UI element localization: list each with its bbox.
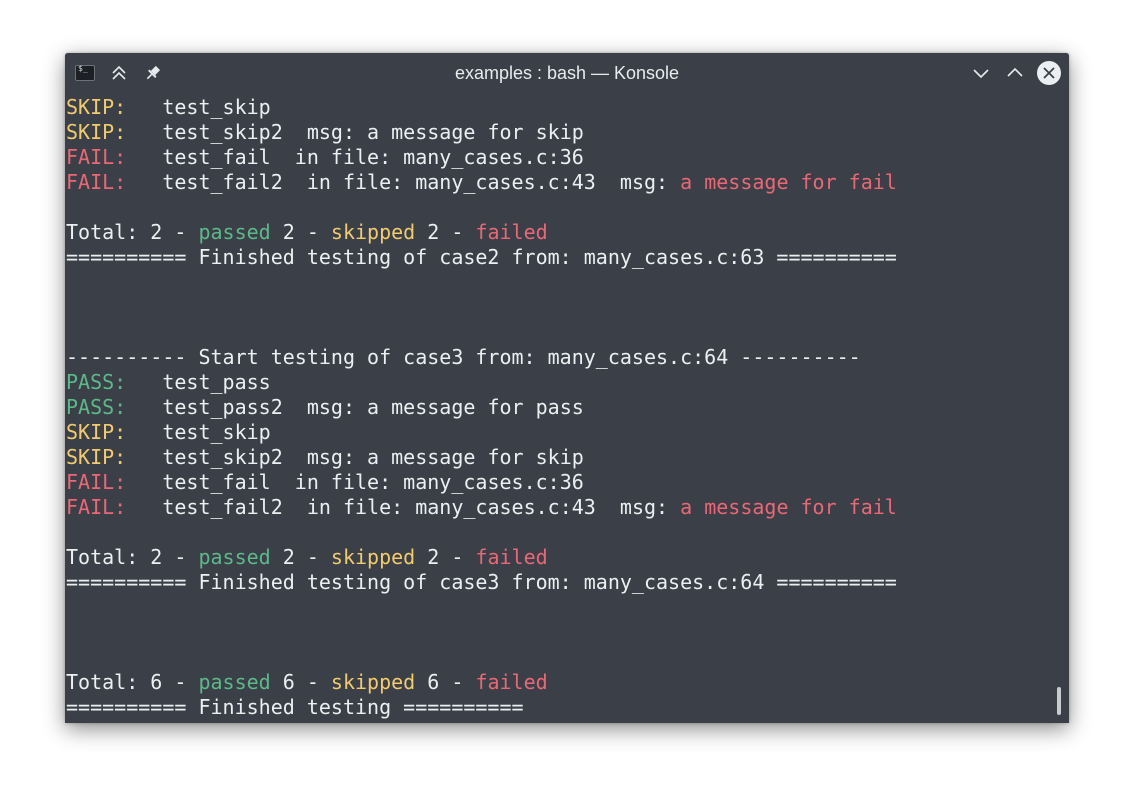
maximize-icon[interactable] <box>1003 61 1027 85</box>
terminal-text: ========== Finished testing ========== <box>66 695 524 719</box>
terminal-line: PASS: test_pass2 msg: a message for pass <box>66 395 584 420</box>
terminal-text: test_skip2 msg: a message for skip <box>126 445 584 469</box>
terminal-text: Total: 2 - <box>66 220 199 244</box>
skip-text: SKIP: <box>66 420 127 444</box>
terminal-text: test_fail2 in file: many_cases.c:43 msg: <box>126 495 681 519</box>
terminal-line: Total: 2 - passed 2 - skipped 2 - failed <box>66 220 548 245</box>
terminal-text: 6 - <box>415 670 476 694</box>
terminal-line: Total: 6 - passed 6 - skipped 6 - failed <box>66 670 548 695</box>
konsole-window: $_ examples : bash — Konsole SKIP: test_… <box>65 53 1069 723</box>
terminal-text: ========== Finished testing of case2 fro… <box>66 245 897 269</box>
terminal-text: test_skip2 msg: a message for skip <box>126 120 584 144</box>
terminal-text: test_pass2 msg: a message for pass <box>126 395 584 419</box>
terminal-text: 6 - <box>270 670 331 694</box>
terminal-line: FAIL: test_fail2 in file: many_cases.c:4… <box>66 495 897 520</box>
terminal-text: Total: 2 - <box>66 545 199 569</box>
terminal-text: 2 - <box>270 545 331 569</box>
terminal-line: ========== Finished testing ========== <box>66 695 524 720</box>
terminal-line: FAIL: test_fail in file: many_cases.c:36 <box>66 470 584 495</box>
fail-text: FAIL: <box>66 145 127 169</box>
terminal-text: 2 - <box>415 545 476 569</box>
terminal-line: ---------- Start testing of case3 from: … <box>66 345 861 370</box>
pass-text: passed <box>198 545 271 569</box>
terminal-text: test_pass <box>126 370 271 394</box>
fail-text: failed <box>475 670 548 694</box>
fail-text: FAIL: <box>66 470 127 494</box>
title-bar[interactable]: $_ examples : bash — Konsole <box>65 53 1069 93</box>
fail-text: failed <box>475 545 548 569</box>
terminal-text: ========== Finished testing of case3 fro… <box>66 570 897 594</box>
skip-text: skipped <box>330 670 416 694</box>
fail-text: a message for fail <box>680 495 897 519</box>
terminal-line: SKIP: test_skip2 msg: a message for skip <box>66 445 584 470</box>
terminal-text: test_fail in file: many_cases.c:36 <box>126 470 584 494</box>
fail-text: failed <box>475 220 548 244</box>
skip-text: skipped <box>330 220 416 244</box>
terminal-text: ---------- Start testing of case3 from: … <box>66 345 861 369</box>
terminal-line: FAIL: test_fail2 in file: many_cases.c:4… <box>66 170 897 195</box>
terminal-line: ========== Finished testing of case2 fro… <box>66 245 897 270</box>
close-icon[interactable] <box>1037 61 1061 85</box>
terminal-line: SKIP: test_skip2 msg: a message for skip <box>66 120 584 145</box>
terminal-line: SKIP: test_skip <box>66 95 271 120</box>
terminal-text: 2 - <box>415 220 476 244</box>
terminal-output[interactable]: SKIP: test_skip SKIP: test_skip2 msg: a m… <box>65 93 1069 723</box>
terminal-line: SKIP: test_skip <box>66 420 271 445</box>
skip-text: SKIP: <box>66 95 127 119</box>
pass-text: passed <box>198 670 271 694</box>
scrollbar-handle[interactable] <box>1057 687 1061 715</box>
terminal-text: 2 - <box>270 220 331 244</box>
terminal-text: test_fail2 in file: many_cases.c:43 msg: <box>126 170 681 194</box>
fail-text: FAIL: <box>66 495 127 519</box>
terminal-line: Total: 2 - passed 2 - skipped 2 - failed <box>66 545 548 570</box>
terminal-line: PASS: test_pass <box>66 370 271 395</box>
skip-text: SKIP: <box>66 120 127 144</box>
fail-text: a message for fail <box>680 170 897 194</box>
pass-text: PASS: <box>66 395 127 419</box>
terminal-text: test_skip <box>126 95 271 119</box>
terminal-line: ========== Finished testing of case3 fro… <box>66 570 897 595</box>
terminal-text: test_skip <box>126 420 271 444</box>
window-title: examples : bash — Konsole <box>454 63 680 83</box>
pass-text: passed <box>198 220 271 244</box>
pass-text: PASS: <box>66 370 127 394</box>
terminal-line: FAIL: test_fail in file: many_cases.c:36 <box>66 145 584 170</box>
terminal-text: test_fail in file: many_cases.c:36 <box>126 145 584 169</box>
skip-text: skipped <box>330 545 416 569</box>
minimize-icon[interactable] <box>969 61 993 85</box>
skip-text: SKIP: <box>66 445 127 469</box>
fail-text: FAIL: <box>66 170 127 194</box>
terminal-text: Total: 6 - <box>66 670 199 694</box>
